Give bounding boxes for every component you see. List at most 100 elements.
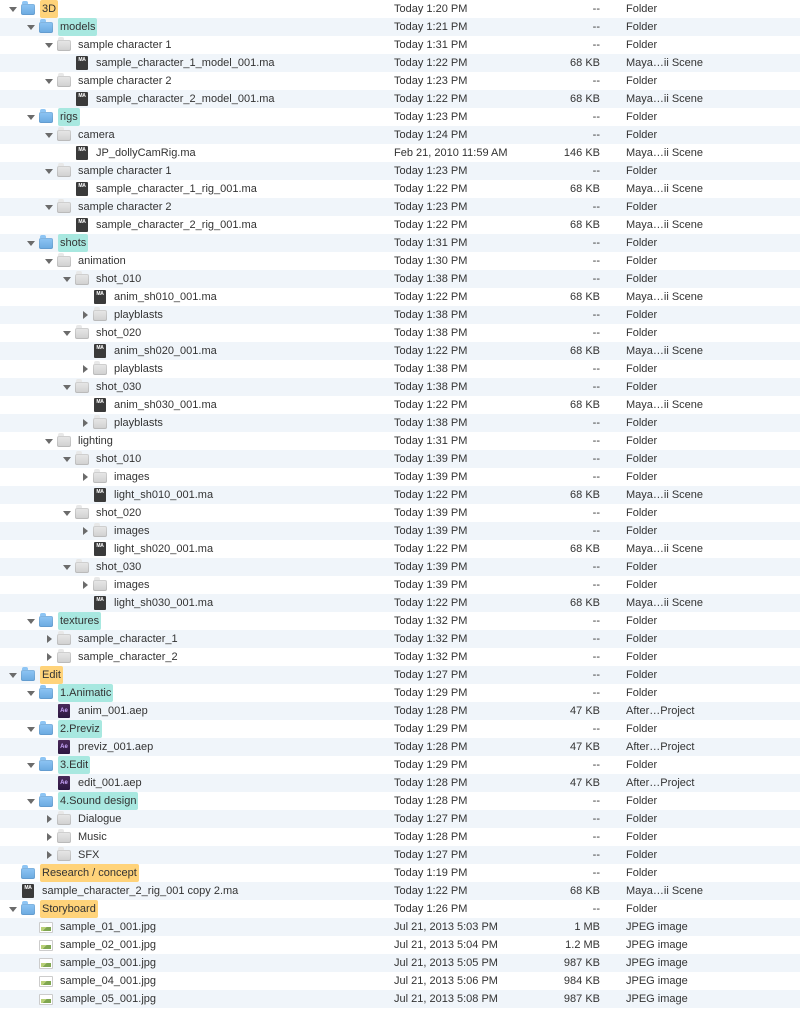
disclosure-triangle-open-icon[interactable]	[62, 508, 72, 518]
tree-row[interactable]: 3DToday 1:20 PM--Folder	[0, 0, 800, 18]
item-name[interactable]: Research / concept	[40, 864, 139, 882]
item-name[interactable]: sample_character_1_model_001.ma	[94, 54, 277, 72]
tree-row[interactable]: sample_02_001.jpgJul 21, 2013 5:04 PM1.2…	[0, 936, 800, 954]
tree-row[interactable]: MusicToday 1:28 PM--Folder	[0, 828, 800, 846]
item-name[interactable]: sample_02_001.jpg	[58, 936, 158, 954]
tree-row[interactable]: texturesToday 1:32 PM--Folder	[0, 612, 800, 630]
disclosure-triangle-open-icon[interactable]	[44, 436, 54, 446]
tree-row[interactable]: sample character 1Today 1:23 PM--Folder	[0, 162, 800, 180]
item-name[interactable]: sample character 2	[76, 72, 174, 90]
disclosure-triangle-open-icon[interactable]	[8, 4, 18, 14]
tree-row[interactable]: 1.AnimaticToday 1:29 PM--Folder	[0, 684, 800, 702]
tree-row[interactable]: shotsToday 1:31 PM--Folder	[0, 234, 800, 252]
disclosure-triangle-open-icon[interactable]	[8, 670, 18, 680]
item-name[interactable]: Edit	[40, 666, 63, 684]
tree-row[interactable]: JP_dollyCamRig.maFeb 21, 2010 11:59 AM14…	[0, 144, 800, 162]
item-name[interactable]: playblasts	[112, 414, 165, 432]
item-name[interactable]: shot_020	[94, 324, 143, 342]
tree-row[interactable]: sample_03_001.jpgJul 21, 2013 5:05 PM987…	[0, 954, 800, 972]
disclosure-triangle-closed-icon[interactable]	[44, 832, 54, 842]
item-name[interactable]: textures	[58, 612, 101, 630]
item-name[interactable]: images	[112, 576, 151, 594]
disclosure-triangle-closed-icon[interactable]	[80, 310, 90, 320]
item-name[interactable]: sample_character_1_rig_001.ma	[94, 180, 259, 198]
tree-row[interactable]: sample_character_2_rig_001 copy 2.maToda…	[0, 882, 800, 900]
disclosure-triangle-closed-icon[interactable]	[80, 364, 90, 374]
item-name[interactable]: images	[112, 468, 151, 486]
disclosure-triangle-closed-icon[interactable]	[80, 526, 90, 536]
item-name[interactable]: anim_sh030_001.ma	[112, 396, 219, 414]
disclosure-triangle-open-icon[interactable]	[62, 274, 72, 284]
disclosure-triangle-open-icon[interactable]	[26, 112, 36, 122]
item-name[interactable]: sample character 1	[76, 36, 174, 54]
tree-row[interactable]: sample_character_1_model_001.maToday 1:2…	[0, 54, 800, 72]
item-name[interactable]: Storyboard	[40, 900, 98, 918]
item-name[interactable]: anim_sh010_001.ma	[112, 288, 219, 306]
item-name[interactable]: sample_03_001.jpg	[58, 954, 158, 972]
disclosure-triangle-closed-icon[interactable]	[80, 472, 90, 482]
tree-row[interactable]: edit_001.aepToday 1:28 PM47 KBAfter…Proj…	[0, 774, 800, 792]
tree-row[interactable]: sample_character_2_model_001.maToday 1:2…	[0, 90, 800, 108]
item-name[interactable]: playblasts	[112, 306, 165, 324]
item-name[interactable]: sample_01_001.jpg	[58, 918, 158, 936]
item-name[interactable]: sample_character_1	[76, 630, 180, 648]
tree-row[interactable]: sample_character_1_rig_001.maToday 1:22 …	[0, 180, 800, 198]
item-name[interactable]: playblasts	[112, 360, 165, 378]
item-name[interactable]: SFX	[76, 846, 101, 864]
disclosure-triangle-closed-icon[interactable]	[80, 418, 90, 428]
disclosure-triangle-open-icon[interactable]	[8, 904, 18, 914]
tree-row[interactable]: imagesToday 1:39 PM--Folder	[0, 522, 800, 540]
tree-row[interactable]: shot_020Today 1:39 PM--Folder	[0, 504, 800, 522]
tree-row[interactable]: sample_character_2_rig_001.maToday 1:22 …	[0, 216, 800, 234]
disclosure-triangle-open-icon[interactable]	[62, 454, 72, 464]
item-name[interactable]: 3.Edit	[58, 756, 90, 774]
item-name[interactable]: animation	[76, 252, 128, 270]
item-name[interactable]: light_sh020_001.ma	[112, 540, 215, 558]
item-name[interactable]: lighting	[76, 432, 115, 450]
tree-row[interactable]: cameraToday 1:24 PM--Folder	[0, 126, 800, 144]
tree-row[interactable]: playblastsToday 1:38 PM--Folder	[0, 414, 800, 432]
disclosure-triangle-open-icon[interactable]	[44, 256, 54, 266]
tree-row[interactable]: anim_sh010_001.maToday 1:22 PM68 KBMaya……	[0, 288, 800, 306]
tree-row[interactable]: StoryboardToday 1:26 PM--Folder	[0, 900, 800, 918]
disclosure-triangle-closed-icon[interactable]	[44, 814, 54, 824]
tree-row[interactable]: anim_sh030_001.maToday 1:22 PM68 KBMaya……	[0, 396, 800, 414]
tree-row[interactable]: shot_010Today 1:38 PM--Folder	[0, 270, 800, 288]
item-name[interactable]: anim_001.aep	[76, 702, 150, 720]
item-name[interactable]: rigs	[58, 108, 80, 126]
item-name[interactable]: sample_05_001.jpg	[58, 990, 158, 1008]
item-name[interactable]: shot_010	[94, 450, 143, 468]
tree-row[interactable]: sample_05_001.jpgJul 21, 2013 5:08 PM987…	[0, 990, 800, 1008]
disclosure-triangle-open-icon[interactable]	[26, 760, 36, 770]
item-name[interactable]: light_sh030_001.ma	[112, 594, 215, 612]
item-name[interactable]: shots	[58, 234, 88, 252]
item-name[interactable]: previz_001.aep	[76, 738, 155, 756]
tree-row[interactable]: shot_030Today 1:39 PM--Folder	[0, 558, 800, 576]
tree-row[interactable]: shot_010Today 1:39 PM--Folder	[0, 450, 800, 468]
tree-row[interactable]: anim_001.aepToday 1:28 PM47 KBAfter…Proj…	[0, 702, 800, 720]
tree-row[interactable]: previz_001.aepToday 1:28 PM47 KBAfter…Pr…	[0, 738, 800, 756]
item-name[interactable]: models	[58, 18, 97, 36]
disclosure-triangle-open-icon[interactable]	[44, 40, 54, 50]
item-name[interactable]: images	[112, 522, 151, 540]
item-name[interactable]: shot_010	[94, 270, 143, 288]
disclosure-triangle-open-icon[interactable]	[62, 382, 72, 392]
item-name[interactable]: Dialogue	[76, 810, 123, 828]
tree-row[interactable]: sample_character_2Today 1:32 PM--Folder	[0, 648, 800, 666]
disclosure-triangle-closed-icon[interactable]	[44, 652, 54, 662]
disclosure-triangle-open-icon[interactable]	[62, 328, 72, 338]
tree-row[interactable]: rigsToday 1:23 PM--Folder	[0, 108, 800, 126]
disclosure-triangle-closed-icon[interactable]	[44, 634, 54, 644]
item-name[interactable]: 4.Sound design	[58, 792, 138, 810]
tree-row[interactable]: imagesToday 1:39 PM--Folder	[0, 576, 800, 594]
item-name[interactable]: sample character 1	[76, 162, 174, 180]
disclosure-triangle-open-icon[interactable]	[26, 724, 36, 734]
item-name[interactable]: sample_character_2_model_001.ma	[94, 90, 277, 108]
item-name[interactable]: JP_dollyCamRig.ma	[94, 144, 198, 162]
item-name[interactable]: sample_character_2	[76, 648, 180, 666]
tree-row[interactable]: shot_030Today 1:38 PM--Folder	[0, 378, 800, 396]
item-name[interactable]: Music	[76, 828, 109, 846]
item-name[interactable]: 3D	[40, 0, 58, 18]
tree-row[interactable]: sample_04_001.jpgJul 21, 2013 5:06 PM984…	[0, 972, 800, 990]
tree-row[interactable]: shot_020Today 1:38 PM--Folder	[0, 324, 800, 342]
